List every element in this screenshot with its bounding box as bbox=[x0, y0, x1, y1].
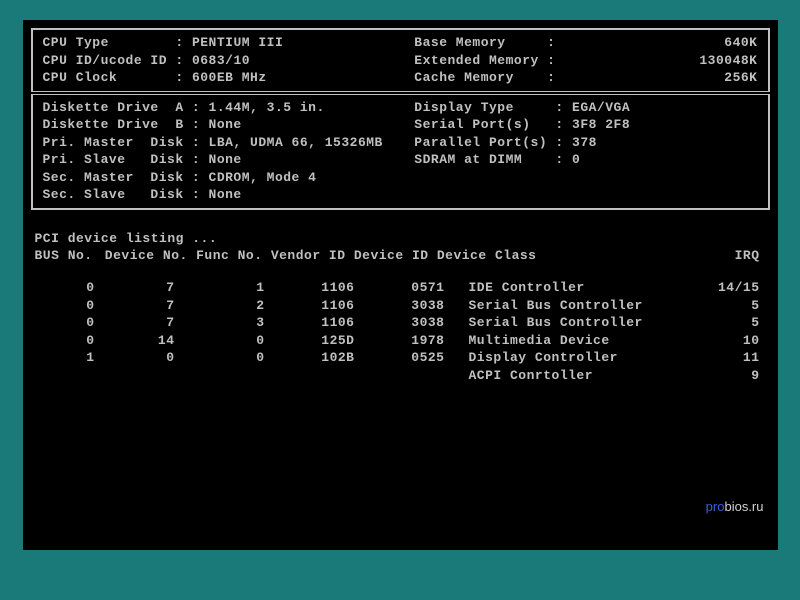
pci-class: Multimedia Device bbox=[445, 332, 655, 350]
pci-vendor: 1106 bbox=[265, 314, 355, 332]
pci-row: 07311063038Serial Bus Controller5 bbox=[35, 314, 766, 332]
cpu-memory-box: CPU Type : PENTIUM III Base Memory : 640… bbox=[31, 28, 770, 92]
ext-memory-value: 130048K bbox=[564, 52, 758, 70]
sdram-value: 0 bbox=[572, 151, 757, 169]
ps-value: None bbox=[209, 151, 415, 169]
pci-func: 0 bbox=[175, 332, 265, 350]
cpu-type-value: PENTIUM III bbox=[192, 34, 414, 52]
fda-label: Diskette Drive A bbox=[43, 99, 184, 117]
pci-bus: 0 bbox=[35, 279, 95, 297]
display-type-label: Display Type bbox=[414, 99, 514, 117]
pci-header-bus: BUS No. bbox=[35, 247, 97, 265]
pci-irq: 11 bbox=[655, 349, 766, 367]
pci-device-listing: PCI device listing ... BUS No. Device No… bbox=[31, 212, 770, 384]
pci-func: 0 bbox=[175, 349, 265, 367]
fdb-label: Diskette Drive B bbox=[43, 116, 184, 134]
base-memory-label: Base Memory bbox=[414, 34, 505, 52]
pci-irq: 9 bbox=[655, 367, 766, 385]
pci-class: Serial Bus Controller bbox=[445, 297, 655, 315]
fdb-value: None bbox=[209, 116, 415, 134]
pci-vendor: 1106 bbox=[265, 297, 355, 315]
pci-device: 7 bbox=[95, 314, 175, 332]
pci-bus: 0 bbox=[35, 314, 95, 332]
pm-label: Pri. Master Disk bbox=[43, 134, 184, 152]
pci-class: ACPI Conrtoller bbox=[445, 367, 655, 385]
pci-row: ACPI Conrtoller9 bbox=[35, 367, 766, 385]
pci-vendor: 102B bbox=[265, 349, 355, 367]
pci-vendor: 1106 bbox=[265, 279, 355, 297]
cpu-id-value: 0683/10 bbox=[192, 52, 414, 70]
display-type-value: EGA/VGA bbox=[572, 99, 757, 117]
pci-device: 7 bbox=[95, 279, 175, 297]
pci-func: 3 bbox=[175, 314, 265, 332]
serial-port-label: Serial Port(s) bbox=[414, 116, 530, 134]
watermark-part1: pro bbox=[706, 499, 725, 514]
pci-device-id: 0571 bbox=[355, 279, 445, 297]
base-memory-value: 640K bbox=[564, 34, 758, 52]
sm-value: CDROM, Mode 4 bbox=[209, 169, 415, 187]
parallel-port-label: Parallel Port(s) bbox=[414, 134, 547, 152]
pci-device-id: 1978 bbox=[355, 332, 445, 350]
cache-memory-value: 256K bbox=[564, 69, 758, 87]
pci-row: 07211063038Serial Bus Controller5 bbox=[35, 297, 766, 315]
ps-label: Pri. Slave Disk bbox=[43, 151, 184, 169]
pci-irq: 5 bbox=[655, 314, 766, 332]
cpu-clock-label: CPU Clock bbox=[43, 69, 118, 87]
cpu-type-label: CPU Type bbox=[43, 34, 109, 52]
pci-vendor: 125D bbox=[265, 332, 355, 350]
ss-label: Sec. Slave Disk bbox=[43, 186, 184, 204]
pci-row: 100102B0525Display Controller11 bbox=[35, 349, 766, 367]
fda-value: 1.44M, 3.5 in. bbox=[209, 99, 415, 117]
pci-func: 1 bbox=[175, 279, 265, 297]
pci-bus: 0 bbox=[35, 297, 95, 315]
cpu-id-label: CPU ID/ucode ID bbox=[43, 52, 168, 70]
sm-label: Sec. Master Disk bbox=[43, 169, 184, 187]
watermark: probios.ru bbox=[706, 498, 764, 516]
pci-bus: 1 bbox=[35, 349, 95, 367]
pci-device-id bbox=[355, 367, 445, 385]
pci-irq: 10 bbox=[655, 332, 766, 350]
pci-device-id: 0525 bbox=[355, 349, 445, 367]
pci-bus: 0 bbox=[35, 332, 95, 350]
pci-header-row: BUS No. Device No. Func No. Vendor ID De… bbox=[35, 247, 766, 265]
pm-value: LBA, UDMA 66, 15326MB bbox=[209, 134, 415, 152]
pci-header-rest: Device No. Func No. Vendor ID Device ID … bbox=[97, 247, 716, 265]
pci-bus bbox=[35, 367, 95, 385]
pci-device-id: 3038 bbox=[355, 314, 445, 332]
pci-func bbox=[175, 367, 265, 385]
parallel-port-value: 378 bbox=[572, 134, 757, 152]
pci-device bbox=[95, 367, 175, 385]
pci-header-irq: IRQ bbox=[716, 247, 766, 265]
ss-value: None bbox=[209, 186, 415, 204]
pci-class: Serial Bus Controller bbox=[445, 314, 655, 332]
serial-port-value: 3F8 2F8 bbox=[572, 116, 757, 134]
watermark-part2: bios.ru bbox=[724, 499, 763, 514]
pci-class: IDE Controller bbox=[445, 279, 655, 297]
pci-class: Display Controller bbox=[445, 349, 655, 367]
pci-irq: 5 bbox=[655, 297, 766, 315]
cache-memory-label: Cache Memory bbox=[414, 69, 514, 87]
pci-device-id: 3038 bbox=[355, 297, 445, 315]
cpu-clock-value: 600EB MHz bbox=[192, 69, 414, 87]
drives-ports-box: Diskette Drive A : 1.44M, 3.5 in. Displa… bbox=[31, 94, 770, 210]
ext-memory-label: Extended Memory bbox=[414, 52, 539, 70]
pci-vendor bbox=[265, 367, 355, 385]
pci-device: 0 bbox=[95, 349, 175, 367]
pci-title: PCI device listing ... bbox=[35, 230, 766, 248]
pci-row: 0140125D1978Multimedia Device10 bbox=[35, 332, 766, 350]
pci-row: 07111060571IDE Controller14/15 bbox=[35, 279, 766, 297]
pci-irq: 14/15 bbox=[655, 279, 766, 297]
pci-func: 2 bbox=[175, 297, 265, 315]
bios-post-screen: CPU Type : PENTIUM III Base Memory : 640… bbox=[23, 20, 778, 550]
pci-device: 7 bbox=[95, 297, 175, 315]
sdram-label: SDRAM at DIMM bbox=[414, 151, 522, 169]
pci-device: 14 bbox=[95, 332, 175, 350]
